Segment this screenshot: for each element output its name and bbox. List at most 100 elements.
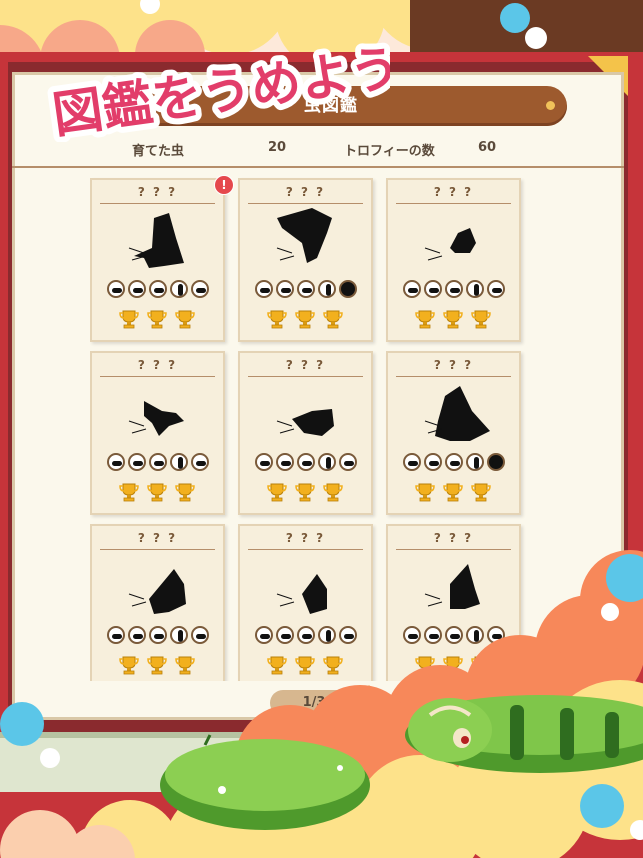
butterfly-silhouette-icon <box>128 213 184 268</box>
growth-stage-icon <box>466 626 484 644</box>
trophy-icon <box>415 656 435 675</box>
growth-stage-icon <box>424 280 442 298</box>
trophy-icon <box>267 656 287 675</box>
growth-stage-icon <box>466 280 484 298</box>
insect-card[interactable]: ? ? ? <box>386 178 521 342</box>
butterfly-silhouette-icon <box>276 409 334 436</box>
growth-stage-icon <box>170 280 188 298</box>
growth-stage-icon <box>170 626 188 644</box>
stats-divider <box>12 166 624 168</box>
growth-stage-icon <box>487 453 505 471</box>
trophy-icon <box>295 656 315 675</box>
growth-stage-icon <box>445 280 463 298</box>
trophy-row <box>114 308 204 330</box>
growth-stage-icon <box>276 453 294 471</box>
butterfly-silhouette-icon <box>424 386 490 441</box>
trophy-row <box>410 481 500 503</box>
growth-stage-icon <box>318 626 336 644</box>
butterfly-silhouette-icon <box>128 401 184 436</box>
trophy-row <box>262 481 352 503</box>
card-divider <box>248 549 363 550</box>
growth-stage-icon <box>445 453 463 471</box>
headline-text: 図鑑をうめよう! <box>49 35 390 142</box>
growth-stage-icon <box>403 280 421 298</box>
trophy-icon <box>415 483 435 502</box>
trophy-icon <box>471 310 491 329</box>
insect-card[interactable]: ? ? ? <box>90 524 225 681</box>
insect-card[interactable]: ? ? ? <box>90 178 225 342</box>
trophy-icon <box>147 483 167 502</box>
growth-stage-icon <box>255 453 273 471</box>
card-divider <box>248 376 363 377</box>
growth-stages <box>255 626 360 646</box>
growth-stages <box>403 453 508 473</box>
growth-stage-icon <box>255 626 273 644</box>
growth-stage-icon <box>107 280 125 298</box>
trophy-icon <box>267 310 287 329</box>
growth-stage-icon <box>191 453 209 471</box>
growth-stage-icon <box>128 280 146 298</box>
new-alert-badge: ! <box>214 175 234 195</box>
butterfly-silhouette-icon <box>424 564 480 609</box>
growth-stage-icon <box>107 626 125 644</box>
insect-name: ? ? ? <box>137 185 178 199</box>
growth-stage-icon <box>128 626 146 644</box>
insect-card[interactable]: ? ? ? <box>386 524 521 681</box>
trophy-row <box>410 308 500 330</box>
trophy-icon <box>323 310 343 329</box>
trophy-row <box>262 654 352 676</box>
trophy-row <box>262 308 352 330</box>
growth-stage-icon <box>170 453 188 471</box>
trophy-icon <box>119 483 139 502</box>
raised-value: 20 <box>268 140 287 155</box>
growth-stage-icon <box>128 453 146 471</box>
trophy-icon <box>471 483 491 502</box>
insect-name: ? ? ? <box>137 358 178 372</box>
insect-card[interactable]: ? ? ? <box>90 351 225 515</box>
growth-stage-icon <box>445 626 463 644</box>
butterfly-silhouette-icon <box>276 574 327 614</box>
growth-stage-icon <box>403 453 421 471</box>
trophy-icon <box>147 310 167 329</box>
growth-stage-icon <box>487 280 505 298</box>
next-page-arrow-icon[interactable] <box>364 684 390 720</box>
insect-card[interactable]: ? ? ? <box>238 178 373 342</box>
card-divider <box>100 376 215 377</box>
trophy-icon <box>443 483 463 502</box>
growth-stage-icon <box>149 453 167 471</box>
trophy-icon <box>175 483 195 502</box>
card-divider <box>100 203 215 204</box>
card-divider <box>248 203 363 204</box>
insect-card[interactable]: ? ? ? <box>238 351 373 515</box>
growth-stage-icon <box>255 280 273 298</box>
trophy-icon <box>323 656 343 675</box>
card-divider <box>396 203 511 204</box>
insect-card[interactable]: ? ? ? <box>238 524 373 681</box>
insect-name: ? ? ? <box>433 358 474 372</box>
card-divider <box>396 376 511 377</box>
card-divider <box>100 549 215 550</box>
page-indicator: 1/3 <box>270 690 358 716</box>
growth-stage-icon <box>297 626 315 644</box>
growth-stage-icon <box>149 626 167 644</box>
growth-stage-icon <box>318 453 336 471</box>
insect-name: ? ? ? <box>433 531 474 545</box>
growth-stages <box>403 626 508 646</box>
growth-stage-icon <box>276 626 294 644</box>
insect-card[interactable]: ? ? ? <box>386 351 521 515</box>
trophy-value: 60 <box>478 140 497 155</box>
growth-stage-icon <box>149 280 167 298</box>
growth-stage-icon <box>297 453 315 471</box>
insect-grid: ? ? ? ? ? ? ? ? ? ? ? ? ? ? ? ? ? ? ? ? ? ? ? ?… <box>90 176 530 681</box>
growth-stages <box>107 280 212 300</box>
growth-stages <box>255 280 360 300</box>
trophy-icon <box>295 310 315 329</box>
trophy-icon <box>443 656 463 675</box>
butterfly-silhouette-icon <box>276 208 332 263</box>
title-dot-icon <box>546 101 555 110</box>
growth-stage-icon <box>424 453 442 471</box>
insect-name: ? ? ? <box>433 185 474 199</box>
trophy-icon <box>147 656 167 675</box>
growth-stages <box>107 626 212 646</box>
trophy-icon <box>323 483 343 502</box>
